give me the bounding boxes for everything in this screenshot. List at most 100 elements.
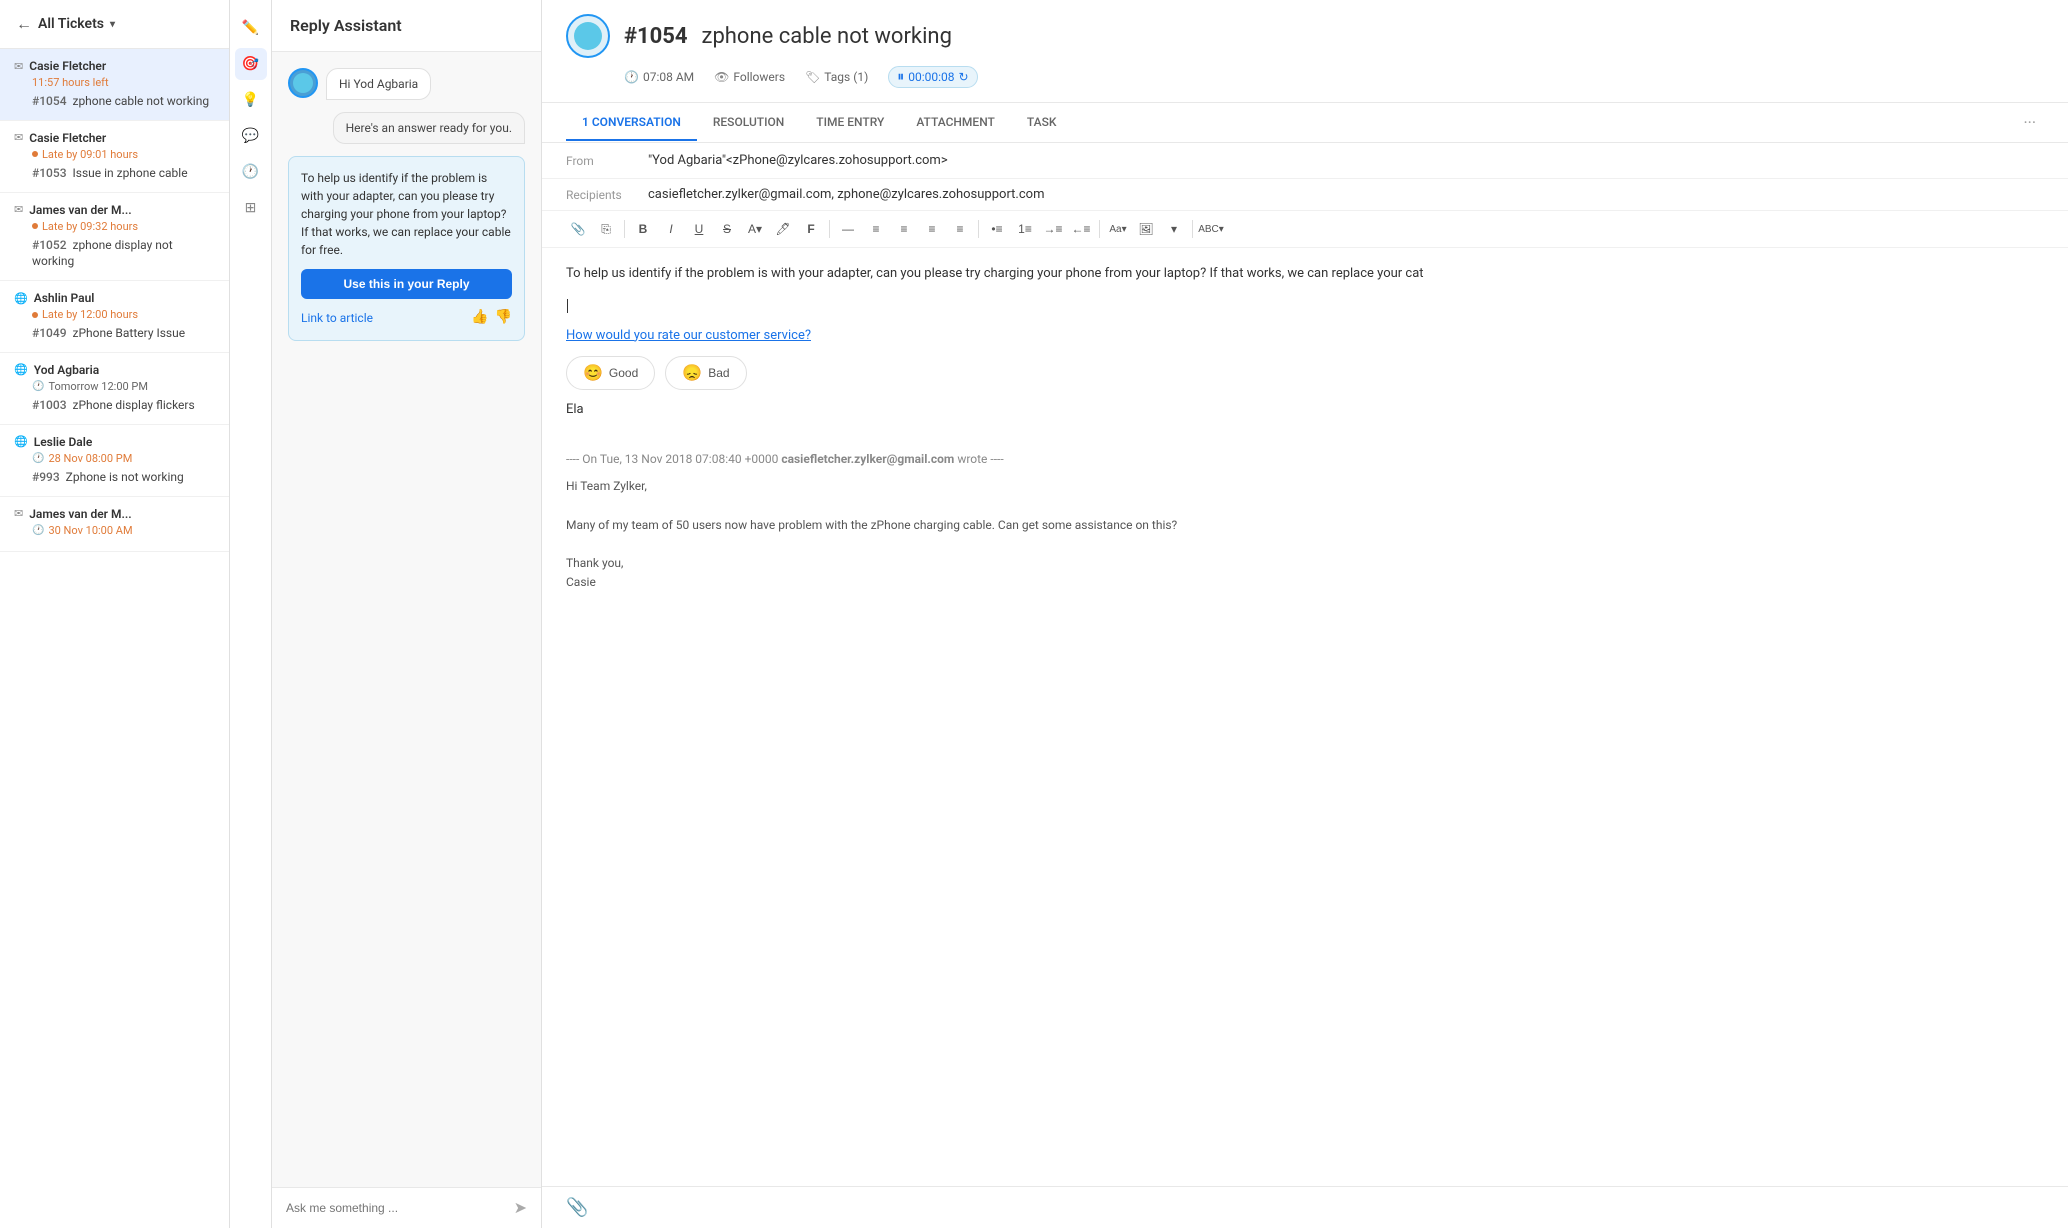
contact-name: Casie Fletcher [29, 59, 106, 73]
ticket-list-item[interactable]: Casie Fletcher 11:57 hours left #1054 zp… [0, 49, 229, 121]
fmt-sep-2 [829, 220, 830, 238]
format-align-right-btn[interactable]: ≡ [920, 217, 944, 241]
tab-resolution[interactable]: RESOLUTION [697, 105, 800, 141]
ticket-list-item[interactable]: James van der M... Late by 09:32 hours #… [0, 193, 229, 282]
tabs-more-button[interactable]: ··· [2015, 103, 2044, 142]
format-bgcolor-btn[interactable]: A▾ [743, 217, 767, 241]
format-sig-btn[interactable]: Aa▾ [1106, 217, 1130, 241]
format-italic-btn[interactable]: I [659, 217, 683, 241]
assistant-avatar [288, 68, 318, 98]
assistant-greeting-bubble: Hi Yod Agbaria [288, 68, 525, 100]
format-align-left-btn[interactable]: ≡ [864, 217, 888, 241]
quoted-line-2: Many of my team of 50 users now have pro… [566, 516, 2044, 535]
ticket-id: #1054 [32, 94, 67, 108]
fmt-sep-4 [1099, 220, 1100, 238]
history-toolbar-btn[interactable]: 🕐 [235, 156, 267, 188]
format-outdent-btn[interactable]: ←≡ [1069, 217, 1093, 241]
format-align-center-btn[interactable]: ≡ [892, 217, 916, 241]
reply-text-main: To help us identify if the problem is wi… [566, 264, 2044, 285]
format-bold-btn[interactable]: B [631, 217, 655, 241]
format-strikethrough-btn[interactable]: S [715, 217, 739, 241]
ticket-time-label: 11:57 hours left [14, 76, 215, 89]
email-icon [14, 507, 23, 520]
globe-icon: 🌐 [14, 363, 28, 376]
tab-task[interactable]: TASK [1011, 105, 1073, 141]
ticket-list-item[interactable]: Casie Fletcher Late by 09:01 hours #1053… [0, 121, 229, 193]
format-ul-btn[interactable]: •≡ [985, 217, 1009, 241]
back-arrow-icon[interactable]: ← [16, 14, 32, 34]
assistant-input[interactable] [286, 1201, 506, 1215]
format-more-btn[interactable]: ▾ [1162, 217, 1186, 241]
chat-toolbar-btn[interactable]: 💬 [235, 120, 267, 152]
send-button[interactable]: ➤ [514, 1198, 527, 1218]
contact-name: James van der M... [29, 203, 131, 217]
bulb-toolbar-btn[interactable]: 💡 [235, 84, 267, 116]
timer-refresh-icon: ↻ [959, 70, 969, 84]
quoted-divider: ---- On Tue, 13 Nov 2018 07:08:40 +0000 … [566, 450, 2044, 469]
ticket-followers-meta[interactable]: 👁 Followers [714, 70, 785, 84]
sidebar-header[interactable]: ← All Tickets ▾ [0, 0, 229, 49]
recipients-label: Recipients [566, 188, 636, 202]
good-label: Good [609, 366, 638, 380]
format-hr-btn[interactable]: — [836, 217, 860, 241]
email-icon [14, 131, 23, 144]
email-icon [14, 203, 23, 216]
ticket-item-title: #1054 zphone cable not working [14, 93, 215, 110]
assistant-input-row: ➤ [272, 1187, 541, 1228]
ticket-item-title: #1052 zphone display not working [14, 237, 215, 271]
ticket-tags-meta[interactable]: 🏷 Tags (1) [805, 70, 868, 84]
ticket-avatar-inner [574, 22, 602, 50]
format-font-btn[interactable]: F [799, 217, 823, 241]
format-align-justify-btn[interactable]: ≡ [948, 217, 972, 241]
tab-conversation[interactable]: 1 CONVERSATION [566, 105, 697, 141]
ticket-sidebar: ← All Tickets ▾ Casie Fletcher 11:57 hou… [0, 0, 230, 1228]
format-indent-btn[interactable]: →≡ [1041, 217, 1065, 241]
reply-footer: 📎 [542, 1186, 2068, 1228]
format-copy-btn[interactable]: ⎘ [594, 217, 618, 241]
ticket-meta: 🕐 07:08 AM 👁 Followers 🏷 Tags (1) ⏸ 00:0… [566, 66, 2044, 88]
ticket-main-header: #1054 zphone cable not working 🕐 07:08 A… [542, 0, 2068, 103]
ticket-list-item[interactable]: 🌐 Ashlin Paul Late by 12:00 hours #1049 … [0, 281, 229, 353]
tag-icon: 🏷 [805, 70, 820, 84]
signature: Ela [566, 400, 2044, 421]
recipients-value: casiefletcher.zylker@gmail.com, zphone@z… [648, 187, 1044, 202]
followers-label: Followers [733, 70, 785, 84]
format-color-btn[interactable]: 🖊 [771, 217, 795, 241]
target-toolbar-btn[interactable]: 🎯 [235, 48, 267, 80]
ticket-list-item[interactable]: James van der M... 🕐30 Nov 10:00 AM [0, 497, 229, 552]
format-spell-btn[interactable]: ABC▾ [1199, 217, 1223, 241]
timer-badge[interactable]: ⏸ 00:00:08 ↻ [888, 66, 977, 88]
csat-buttons: 😊 Good 😞 Bad [566, 356, 2044, 390]
contact-name: James van der M... [29, 507, 131, 521]
quoted-wrote: wrote ---- [957, 452, 1003, 466]
thumbs-down-btn[interactable]: 👎 [495, 307, 512, 328]
ticket-item-title: #1049 zPhone Battery Issue [14, 325, 215, 342]
tab-attachment[interactable]: ATTACHMENT [900, 105, 1011, 141]
link-article-link[interactable]: Link to article [301, 309, 373, 327]
assistant-panel: Reply Assistant Hi Yod Agbaria Here's an… [272, 0, 542, 1228]
ticket-tabs: 1 CONVERSATION RESOLUTION TIME ENTRY ATT… [542, 103, 2068, 143]
ticket-number: #1054 [624, 24, 688, 49]
dropdown-arrow-icon[interactable]: ▾ [110, 19, 115, 30]
thumbs-up-btn[interactable]: 👍 [471, 307, 488, 328]
format-image-btn[interactable]: 🖼 [1134, 217, 1158, 241]
format-toolbar: 📎 ⎘ B I U S A▾ 🖊 F — ≡ ≡ ≡ ≡ •≡ 1≡ →≡ ←≡… [542, 211, 2068, 248]
csat-link[interactable]: How would you rate our customer service? [566, 328, 811, 343]
ticket-list-item[interactable]: 🌐 Leslie Dale 🕐28 Nov 08:00 PM #993 Zpho… [0, 425, 229, 497]
use-reply-button[interactable]: Use this in your Reply [301, 269, 512, 299]
tab-time-entry[interactable]: TIME ENTRY [800, 105, 900, 141]
ticket-time-label: Late by 09:32 hours [14, 220, 215, 233]
csat-bad-btn[interactable]: 😞 Bad [665, 356, 746, 390]
footer-attach-icon[interactable]: 📎 [566, 1197, 588, 1218]
ticket-contact: 🌐 Yod Agbaria [14, 363, 215, 377]
format-underline-btn[interactable]: U [687, 217, 711, 241]
ticket-id: #1049 [32, 326, 67, 340]
ticket-list-item[interactable]: 🌐 Yod Agbaria 🕐Tomorrow 12:00 PM #1003 z… [0, 353, 229, 425]
edit-toolbar-btn[interactable]: ✏️ [235, 12, 267, 44]
layers-toolbar-btn[interactable]: ⊞ [235, 192, 267, 224]
reply-editor[interactable]: To help us identify if the problem is wi… [542, 248, 2068, 1186]
timer-pause-icon: ⏸ [897, 69, 904, 85]
format-attach-btn[interactable]: 📎 [566, 217, 590, 241]
format-ol-btn[interactable]: 1≡ [1013, 217, 1037, 241]
csat-good-btn[interactable]: 😊 Good [566, 356, 655, 390]
